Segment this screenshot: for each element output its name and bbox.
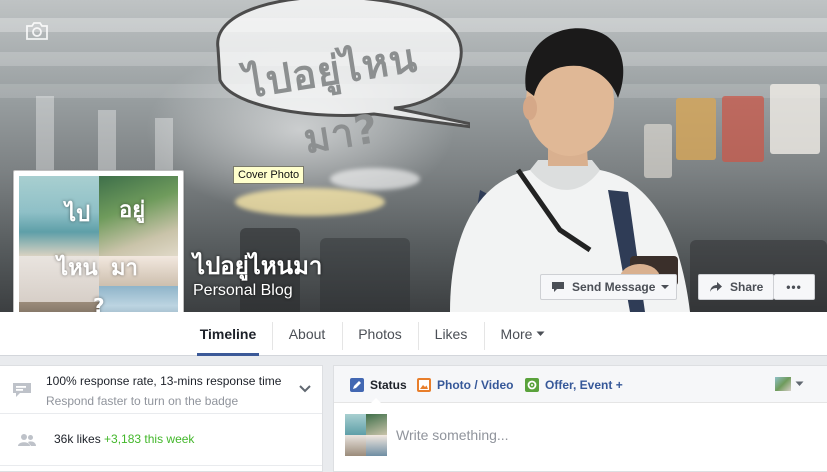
cover-person: [450, 28, 690, 312]
composer-input[interactable]: [396, 422, 806, 448]
composer-tab-photo-video[interactable]: Photo / Video: [417, 366, 513, 403]
share-arrow-icon: [710, 282, 722, 292]
chevron-down-icon: [661, 285, 670, 289]
share-button[interactable]: Share: [698, 274, 774, 300]
response-rate-row[interactable]: 100% response rate, 13-mins response tim…: [0, 366, 322, 414]
more-options-label: •••: [786, 280, 802, 294]
page-nav-bar: Timeline About Photos Likes More: [0, 312, 827, 356]
nav-divider: [342, 322, 343, 350]
likes-count-text: 36k likes +3,183 this week: [54, 432, 194, 446]
composer-tab-status[interactable]: Status: [350, 366, 407, 404]
composer-tab-offer-label: Offer, Event +: [545, 377, 623, 392]
nav-divider: [484, 322, 485, 350]
departure-board: [722, 96, 764, 162]
tab-about[interactable]: About: [274, 312, 340, 356]
collage-word: อยู่: [119, 198, 146, 223]
chevron-down-icon: [795, 381, 804, 386]
tab-more-label: More: [500, 326, 533, 342]
response-rate-text: 100% response rate, 13-mins response tim…: [46, 374, 282, 388]
background-light: [235, 188, 385, 216]
composer-avatar: [345, 414, 387, 456]
composer-tabs: Status Photo / Video Offer, Event +: [334, 366, 827, 404]
likes-count: 36k likes: [54, 432, 101, 446]
likes-row[interactable]: 36k likes +3,183 this week: [0, 414, 322, 466]
composer-tab-photo-label: Photo / Video: [437, 377, 514, 392]
send-message-label: Send Message: [572, 280, 656, 294]
photo-icon: [417, 377, 431, 392]
tab-timeline[interactable]: Timeline: [197, 312, 259, 356]
page-info-card: 100% response rate, 13-mins response tim…: [0, 365, 323, 472]
cover-photo-tooltip: Cover Photo: [233, 166, 305, 184]
pencil-icon: [350, 377, 364, 392]
collage-word: ไหน: [57, 256, 98, 281]
people-icon: [18, 434, 36, 446]
post-as-avatar: [775, 377, 791, 391]
background-light: [330, 168, 420, 190]
nav-divider: [272, 322, 273, 350]
post-as-selector[interactable]: [775, 376, 809, 392]
chevron-down-icon[interactable]: [298, 382, 312, 396]
departure-board: [770, 84, 820, 154]
tab-likes[interactable]: Likes: [420, 312, 482, 356]
more-options-button[interactable]: •••: [774, 274, 815, 300]
send-message-button[interactable]: Send Message: [540, 274, 677, 300]
response-hint-text: Respond faster to turn on the badge: [46, 394, 239, 408]
page-title[interactable]: ไปอยู่ไหนมา: [193, 246, 322, 285]
camera-icon[interactable]: [25, 22, 49, 40]
post-composer: Status Photo / Video Offer, Event +: [333, 365, 827, 472]
composer-tab-offer-event[interactable]: Offer, Event +: [525, 366, 623, 403]
message-icon: [13, 383, 31, 397]
share-label: Share: [730, 280, 764, 294]
background-crowd: [320, 238, 410, 312]
composer-tab-status-label: Status: [370, 377, 407, 392]
collage-word: ไป: [65, 202, 91, 227]
offer-gear-icon: [525, 377, 539, 392]
page-category: Personal Blog: [193, 282, 293, 299]
nav-divider: [418, 322, 419, 350]
tab-photos[interactable]: Photos: [344, 312, 416, 356]
chat-bubble-icon: [552, 282, 564, 292]
tab-more[interactable]: More: [486, 312, 560, 356]
chevron-down-icon: [536, 331, 545, 336]
collage-word: มา: [111, 256, 138, 281]
likes-growth: +3,183 this week: [104, 432, 195, 446]
